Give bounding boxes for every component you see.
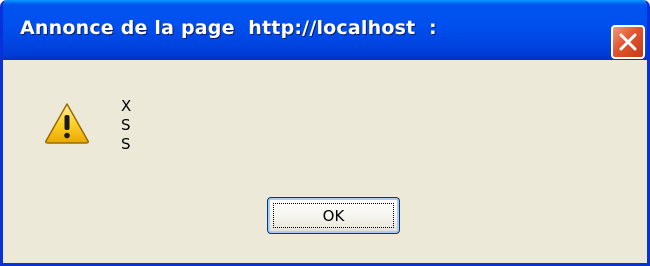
title-bar[interactable]: Annonce de la page http://localhost : [3, 0, 647, 60]
close-button[interactable] [611, 25, 645, 59]
close-icon [619, 33, 637, 51]
alert-message: X S S [121, 97, 131, 154]
message-line: S [121, 135, 131, 153]
warning-icon [45, 103, 89, 144]
message-line: X [121, 97, 132, 115]
ok-button[interactable]: OK [267, 197, 400, 234]
dialog-title: Annonce de la page http://localhost : [20, 17, 437, 39]
alert-dialog: Annonce de la page http://localhost : X … [0, 0, 650, 266]
ok-button-label: OK [322, 206, 345, 225]
message-line: S [121, 116, 131, 134]
